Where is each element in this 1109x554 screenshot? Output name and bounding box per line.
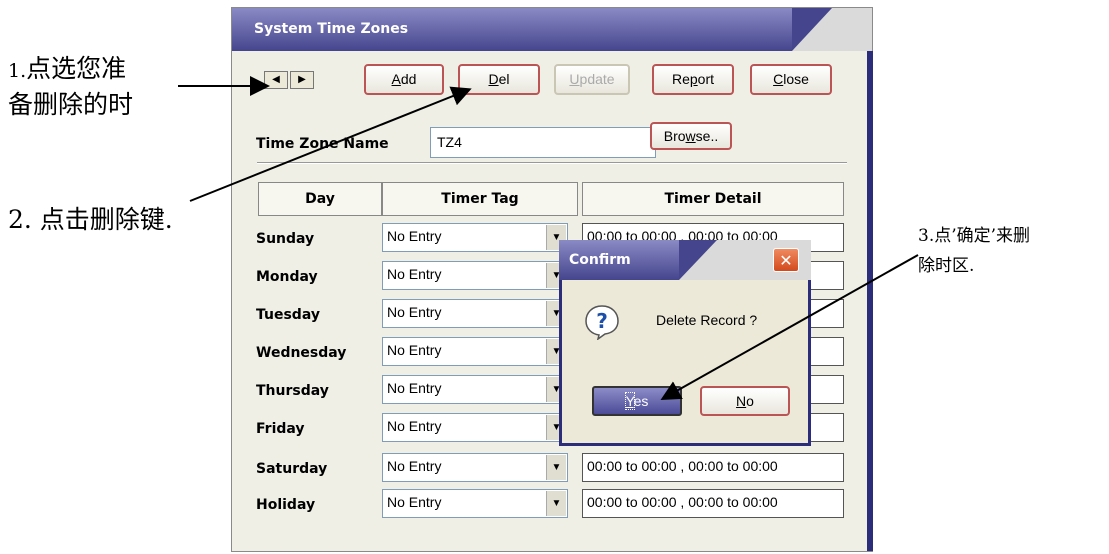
timer-tag-value: No Entry [387, 228, 442, 244]
yes-button[interactable]: Yes [592, 386, 682, 416]
section-divider [257, 162, 847, 164]
window-right-border [867, 51, 873, 551]
timer-tag-select-holiday[interactable]: No Entry ▼ [382, 489, 568, 518]
day-label-monday: Monday [256, 269, 318, 285]
prev-record-icon: ◀ [272, 74, 280, 85]
column-header-timer-tag: Timer Tag [382, 182, 578, 216]
timer-tag-value: No Entry [387, 380, 442, 396]
day-label-holiday: Holiday [256, 497, 316, 513]
svg-text:?: ? [596, 309, 608, 333]
day-label-wednesday: Wednesday [256, 345, 347, 361]
chevron-down-icon[interactable]: ▼ [546, 455, 566, 480]
timer-tag-value: No Entry [387, 458, 442, 474]
close-button[interactable]: Close [750, 64, 832, 95]
del-button[interactable]: Del [458, 64, 540, 95]
annotation-step2: 2. 点击删除键. [8, 205, 173, 234]
dialog-close-button[interactable]: ✕ [773, 248, 799, 272]
timer-tag-value: No Entry [387, 266, 442, 282]
question-icon: ? [585, 305, 619, 340]
annotation-step3-line1: 3.点’确定’来删 [918, 226, 1031, 246]
report-button[interactable]: Report [652, 64, 734, 95]
update-button[interactable]: Update [554, 64, 630, 95]
next-record-icon: ▶ [298, 74, 306, 85]
browse-button[interactable]: Browse.. [650, 122, 732, 150]
confirm-dialog: Confirm ✕ ? Delete Record ? Yes No [559, 240, 811, 446]
close-icon: ✕ [779, 251, 793, 270]
prev-record-button[interactable]: ◀ [264, 71, 288, 89]
timer-detail-saturday: 00:00 to 00:00 , 00:00 to 00:00 [582, 453, 844, 482]
annotation-step1-line2: 备删除的时 [8, 90, 134, 119]
column-header-timer-detail: Timer Detail [582, 182, 844, 216]
annotation-step3: 3.点’确定’来删 除时区. [918, 221, 1108, 281]
timer-tag-select-tuesday[interactable]: No Entry ▼ [382, 299, 568, 328]
next-record-button[interactable]: ▶ [290, 71, 314, 89]
dialog-titlebar: Confirm ✕ [559, 240, 811, 280]
time-zone-name-label: Time Zone Name [256, 136, 389, 152]
window-title: System Time Zones [254, 21, 409, 37]
day-label-saturday: Saturday [256, 461, 328, 477]
dialog-message: Delete Record ? [656, 312, 758, 328]
annotation-step3-line2: 除时区. [918, 256, 975, 276]
annotation-step1-line1: 点选您准 [26, 54, 127, 83]
timer-tag-value: No Entry [387, 304, 442, 320]
timer-tag-select-sunday[interactable]: No Entry ▼ [382, 223, 568, 252]
day-label-friday: Friday [256, 421, 305, 437]
timer-tag-select-thursday[interactable]: No Entry ▼ [382, 375, 568, 404]
timer-tag-select-saturday[interactable]: No Entry ▼ [382, 453, 568, 482]
timer-tag-value: No Entry [387, 494, 442, 510]
day-label-sunday: Sunday [256, 231, 315, 247]
day-label-thursday: Thursday [256, 383, 329, 399]
dialog-title: Confirm [569, 252, 631, 268]
timer-tag-select-monday[interactable]: No Entry ▼ [382, 261, 568, 290]
timer-tag-value: No Entry [387, 342, 442, 358]
add-button[interactable]: Add [364, 64, 444, 95]
column-header-day: Day [258, 182, 382, 216]
timer-tag-select-friday[interactable]: No Entry ▼ [382, 413, 568, 442]
time-zone-name-input[interactable]: TZ4 [430, 127, 656, 158]
no-button[interactable]: No [700, 386, 790, 416]
window-titlebar: System Time Zones [232, 8, 872, 51]
timer-detail-holiday: 00:00 to 00:00 , 00:00 to 00:00 [582, 489, 844, 518]
timer-tag-value: No Entry [387, 418, 442, 434]
timer-tag-select-wednesday[interactable]: No Entry ▼ [382, 337, 568, 366]
chevron-down-icon[interactable]: ▼ [546, 491, 566, 516]
day-label-tuesday: Tuesday [256, 307, 320, 323]
annotation-step1-number: 1. [8, 60, 27, 82]
annotation-step1: 1.点选您准备删除的时 [8, 52, 178, 122]
